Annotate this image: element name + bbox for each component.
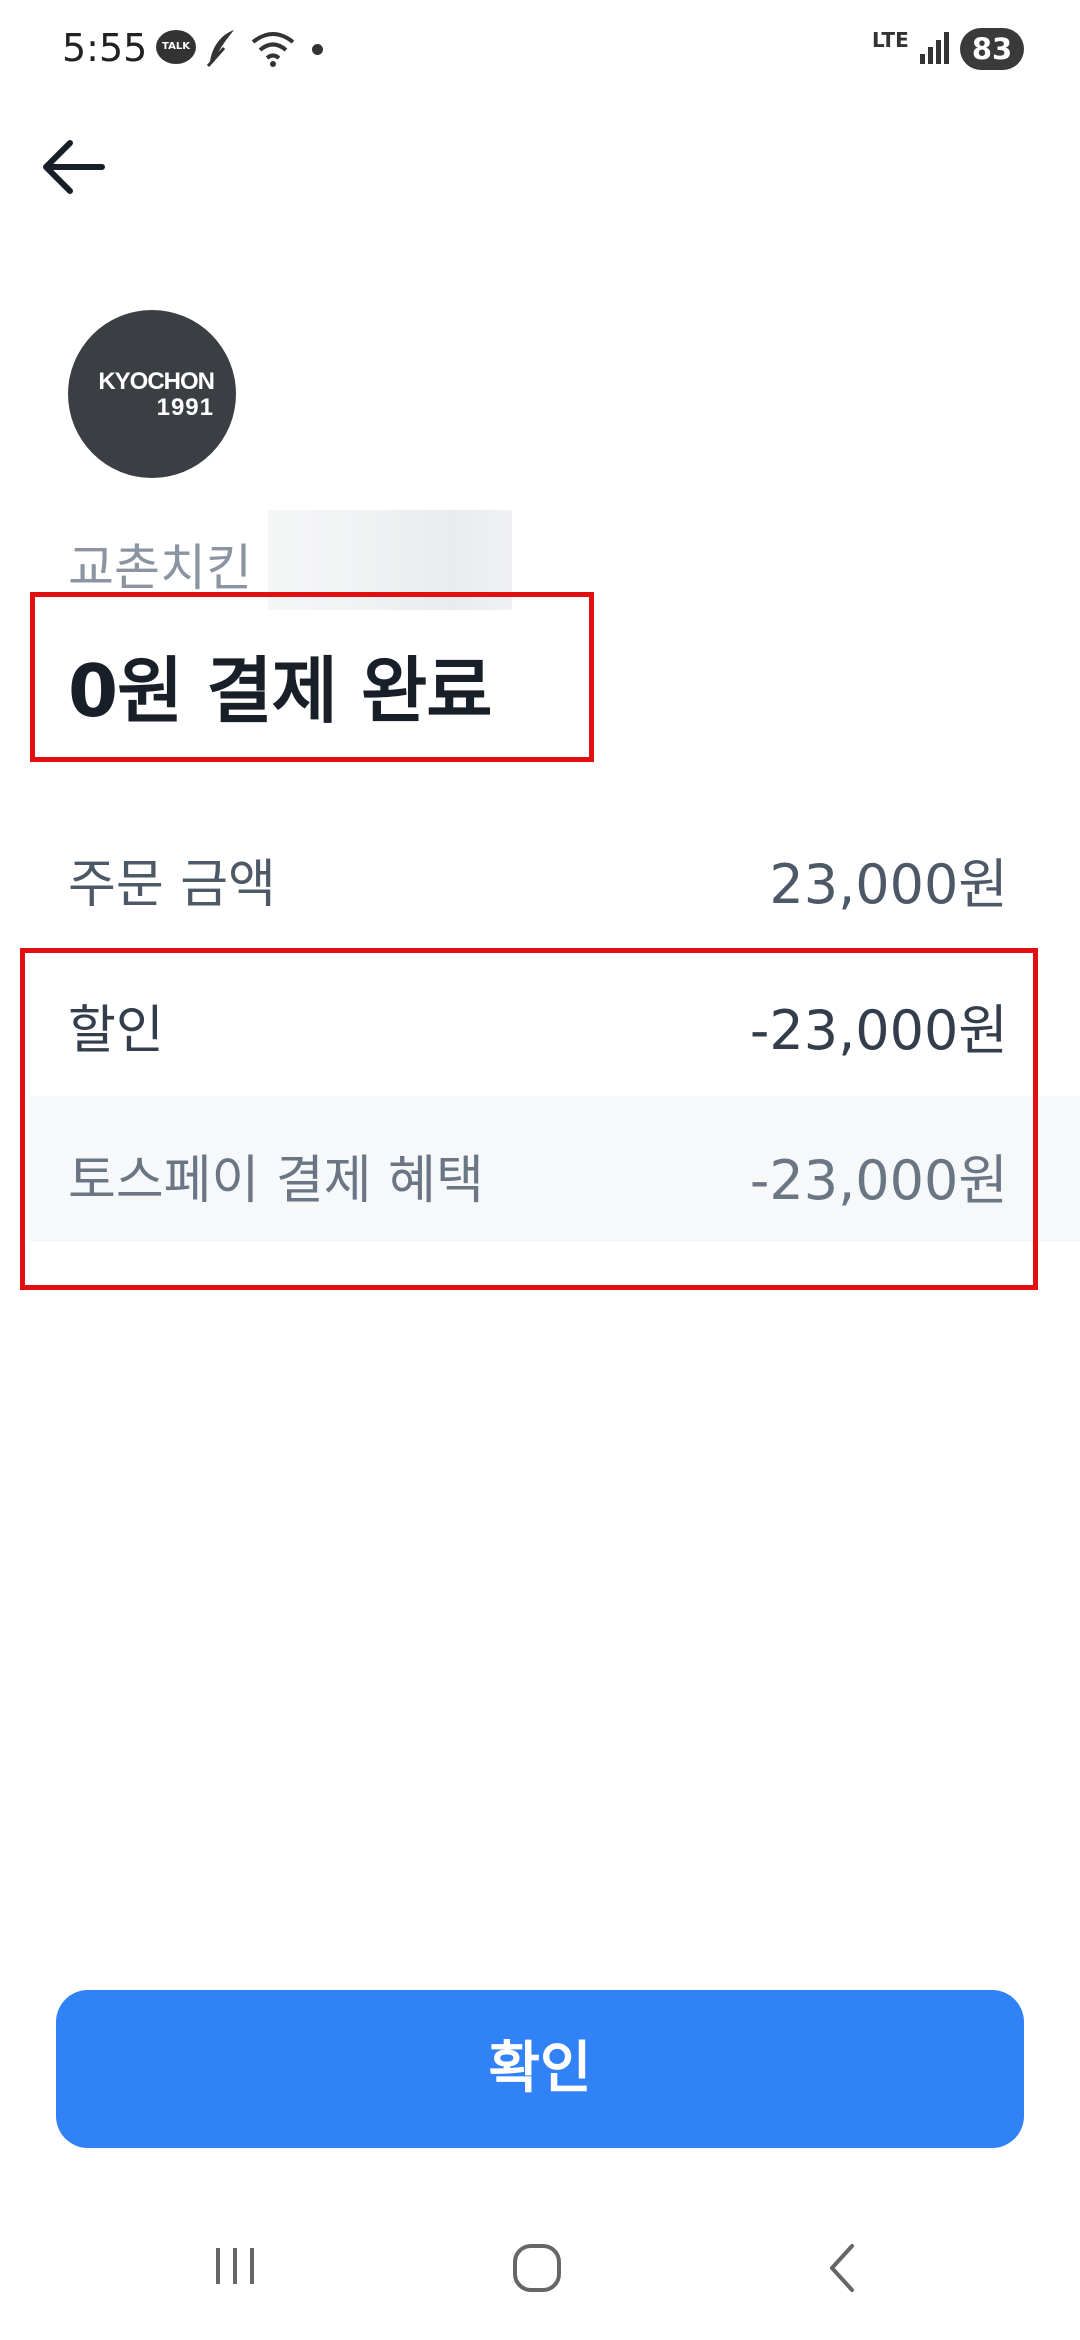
order-amount-value: 23,000원 xyxy=(769,853,1008,916)
recent-apps-icon[interactable] xyxy=(210,2240,260,2290)
wifi-icon xyxy=(251,32,295,67)
page-title: 0원 결제 완료 xyxy=(68,649,492,733)
feather-icon xyxy=(206,30,234,67)
dot-icon xyxy=(312,44,323,55)
logo-line2: 1991 xyxy=(156,394,214,421)
payment-complete-screen: 5:55 TALK LTE 83 KYOCHON 1991 교촌치킨 0원 결제… xyxy=(0,0,1080,2340)
back-button[interactable] xyxy=(30,122,120,212)
status-bar: 5:55 TALK LTE 83 xyxy=(0,0,1080,100)
back-nav-icon[interactable] xyxy=(818,2240,868,2296)
lte-icon: LTE xyxy=(872,28,909,52)
arrow-left-icon xyxy=(43,140,105,194)
battery-icon: 83 xyxy=(960,28,1024,70)
logo-line1: KYOCHON xyxy=(98,368,215,395)
confirm-button[interactable]: 확인 xyxy=(56,1990,1024,2148)
order-amount-label: 주문 금액 xyxy=(68,855,276,915)
home-icon[interactable] xyxy=(510,2240,566,2296)
merchant-logo: KYOCHON 1991 xyxy=(68,310,236,478)
status-time: 5:55 xyxy=(62,26,148,70)
talk-icon: TALK xyxy=(156,30,196,64)
merchant-name: 교촌치킨 xyxy=(68,539,252,597)
highlight-box xyxy=(20,948,1038,1290)
signal-icon xyxy=(920,32,949,64)
